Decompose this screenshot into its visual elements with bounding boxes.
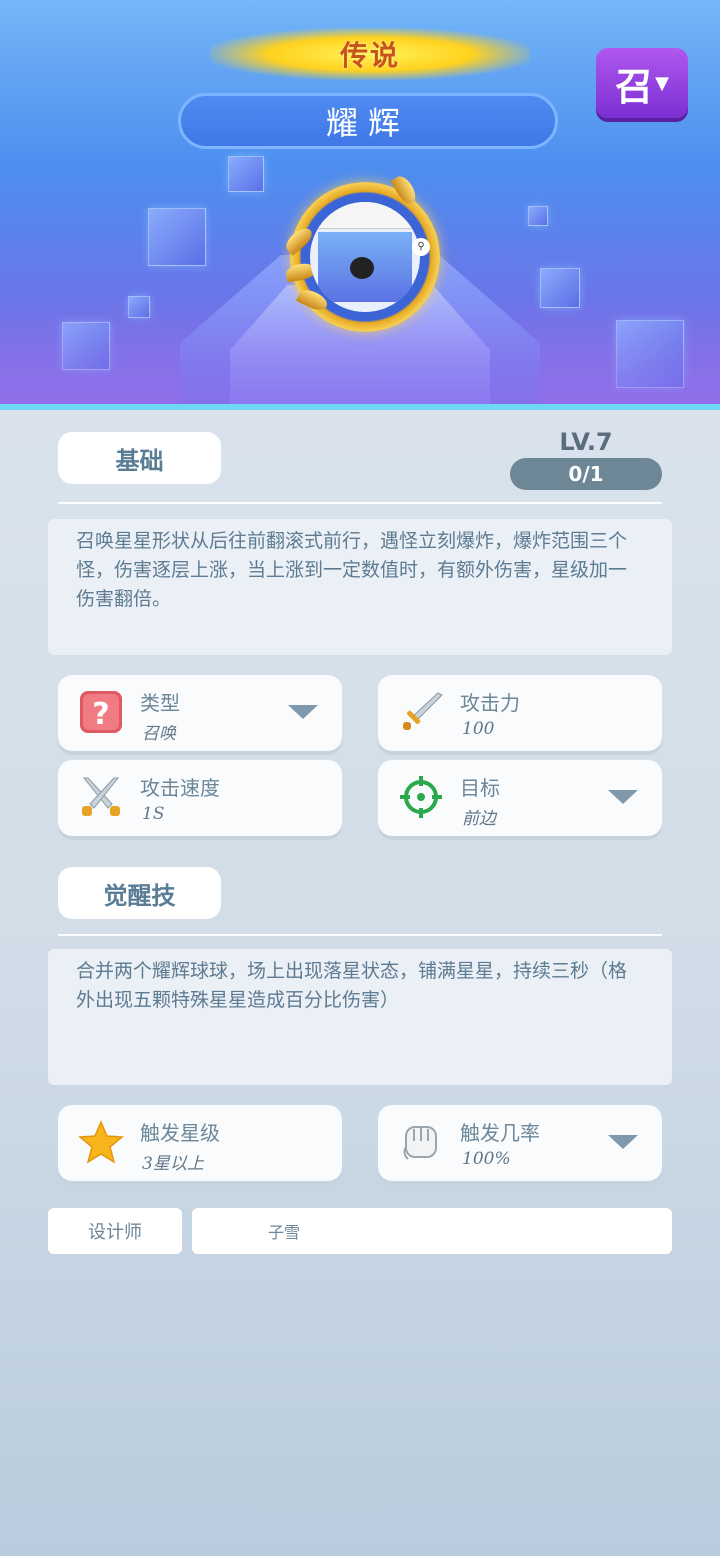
stat-value: 召唤	[142, 724, 176, 744]
skill-description: 召唤星星形状从后往前翻滚式前行，遇怪立刻爆炸，爆炸范围三个怪，伤害逐层上涨，当上…	[48, 519, 672, 655]
stat-value: 100	[462, 719, 495, 739]
designer-label: 设计师	[48, 1208, 182, 1254]
question-icon: ?	[78, 689, 124, 735]
stat-value: 100%	[462, 1149, 511, 1169]
portrait-image	[310, 202, 420, 312]
trigger-star-card: 触发星级 3星以上	[58, 1105, 342, 1181]
search-icon: ⚲	[412, 238, 430, 256]
level-label: LV.7	[559, 428, 613, 456]
star-icon	[78, 1119, 124, 1165]
rarity-label: 传说	[339, 39, 400, 72]
stat-target-card[interactable]: 目标 前边	[378, 760, 662, 836]
fist-icon	[398, 1119, 444, 1165]
decor-cube	[528, 206, 548, 226]
target-icon	[398, 774, 444, 820]
dropdown-arrow-icon[interactable]	[608, 790, 638, 804]
hero-name-bar: 耀辉	[178, 93, 558, 149]
crossed-swords-icon	[78, 774, 124, 820]
hero-name: 耀辉	[325, 104, 410, 142]
level-progress: 0/1	[510, 458, 662, 490]
hero-banner: 传说 耀辉 ⚲ 召 ▼	[0, 0, 720, 410]
decor-cube	[228, 156, 264, 192]
portrait-face	[350, 257, 374, 279]
stat-attack-card: 攻击力 100	[378, 675, 662, 751]
trigger-rate-card[interactable]: 触发几率 100%	[378, 1105, 662, 1181]
hero-portrait[interactable]: ⚲	[282, 173, 440, 332]
divider	[58, 502, 662, 504]
summon-button-label: 召	[615, 64, 654, 109]
stat-type-card[interactable]: ? 类型 召唤	[58, 675, 342, 751]
stat-label: 触发几率	[460, 1121, 540, 1145]
stat-speed-card: 攻击速度 1S	[58, 760, 342, 836]
dropdown-arrow-icon[interactable]	[288, 705, 318, 719]
divider	[58, 934, 662, 936]
designer-name-text: 子雪	[268, 1223, 301, 1242]
portrait-topbar	[310, 202, 420, 229]
banner-edge	[0, 404, 720, 410]
sword-icon	[398, 689, 444, 735]
stat-value: 1S	[142, 804, 165, 824]
stat-label: 触发星级	[140, 1121, 220, 1145]
stat-label: 攻击速度	[140, 776, 220, 800]
level-progress-text: 0/1	[568, 462, 604, 486]
designer-name: 子雪	[192, 1208, 672, 1254]
svg-text:?: ?	[92, 697, 109, 732]
stat-label: 目标	[460, 776, 500, 800]
stat-value: 3星以上	[142, 1154, 204, 1174]
tab-awaken[interactable]: 觉醒技	[58, 867, 221, 919]
tab-basic-label: 基础	[115, 446, 164, 475]
stat-value: 前边	[462, 809, 496, 829]
summon-button[interactable]: 召 ▼	[596, 48, 688, 118]
awaken-description: 合并两个耀辉球球，场上出现落星状态，铺满星星，持续三秒（格外出现五颗特殊星星造成…	[48, 949, 672, 1085]
designer-label-text: 设计师	[88, 1222, 142, 1243]
stat-label: 攻击力	[460, 691, 520, 715]
decor-cube	[148, 208, 206, 266]
rarity-badge: 传说	[210, 28, 530, 80]
caret-down-icon: ▼	[655, 72, 669, 94]
tab-basic[interactable]: 基础	[58, 432, 221, 484]
stat-label: 类型	[140, 691, 180, 715]
tab-awaken-label: 觉醒技	[103, 881, 176, 910]
dropdown-arrow-icon[interactable]	[608, 1135, 638, 1149]
